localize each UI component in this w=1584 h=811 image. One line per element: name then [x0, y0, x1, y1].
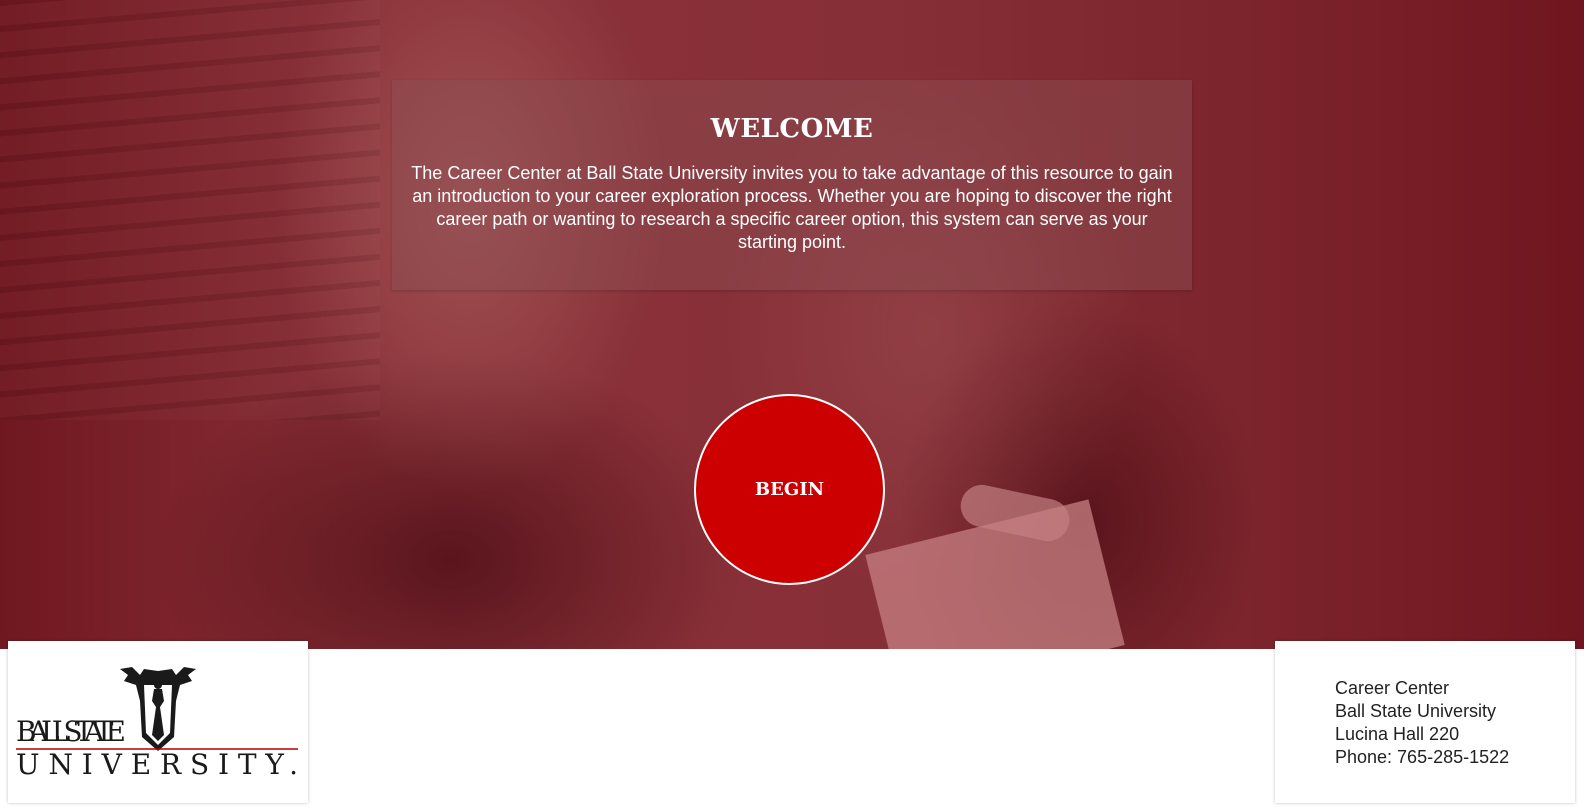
welcome-description: The Career Center at Ball State Universi… — [411, 163, 1173, 252]
contact-phone: Phone: 765-285-1522 — [1335, 747, 1510, 767]
begin-button-label: BEGIN — [754, 479, 825, 500]
beneficence-emblem-icon — [120, 667, 196, 751]
contact-address: Career Center Ball State University Luci… — [1335, 677, 1509, 769]
contact-line-3: Lucina Hall 220 — [1335, 724, 1460, 744]
svg-text:UNIVERSITY.: UNIVERSITY. — [16, 748, 298, 781]
contact-line-1: Career Center — [1335, 678, 1450, 698]
contact-card: Career Center Ball State University Luci… — [1275, 641, 1575, 803]
begin-button[interactable]: BEGIN — [694, 394, 885, 585]
welcome-title: WELCOME — [710, 114, 874, 144]
university-logo-card: BALL STATE UNIVERSITY. — [8, 641, 308, 803]
welcome-panel: WELCOME The Career Center at Ball State … — [392, 80, 1192, 290]
svg-text:BALL STATE: BALL STATE — [16, 715, 126, 748]
contact-line-2: Ball State University — [1335, 701, 1497, 721]
ball-state-logo: BALL STATE UNIVERSITY. — [16, 667, 298, 781]
